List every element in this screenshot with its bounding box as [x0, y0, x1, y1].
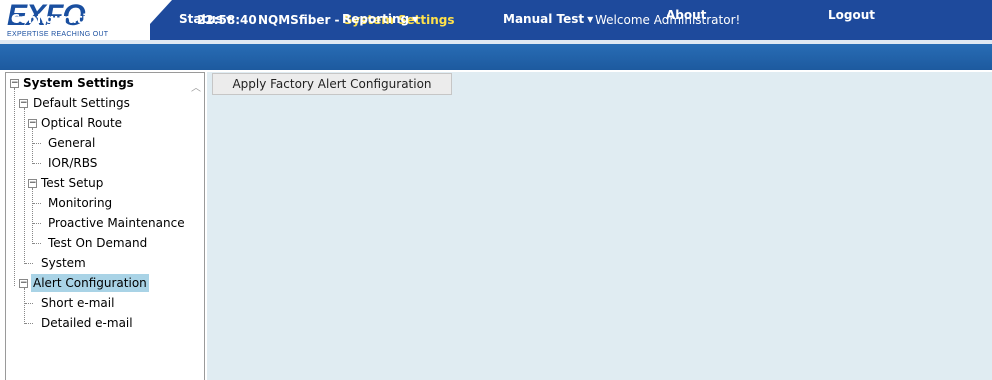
tree-item-optical-route[interactable]: Optical Route [41, 114, 122, 132]
collapse-icon[interactable]: − [19, 99, 28, 108]
nav-status[interactable]: Status ▼ [179, 12, 232, 26]
tree-connector [32, 128, 33, 164]
tree-item-system[interactable]: System [41, 254, 86, 272]
tree-connector [33, 143, 41, 144]
tree-item-general[interactable]: General [48, 134, 95, 152]
tree-item-test-on-demand[interactable]: Test On Demand [48, 234, 147, 252]
tree-item-label: Detailed e-mail [41, 316, 133, 330]
tree-connector [33, 223, 41, 224]
tree-item-monitoring[interactable]: Monitoring [48, 194, 112, 212]
tree-connector [14, 88, 15, 286]
caret-down-icon: ▼ [225, 15, 233, 24]
nav-configuration[interactable]: Configuration ▼ [11, 12, 112, 26]
tree-item-label: Proactive Maintenance [48, 216, 185, 230]
tree-connector [25, 303, 33, 304]
tree-item-detailed-email[interactable]: Detailed e-mail [41, 314, 133, 332]
tree-item-label: IOR/RBS [48, 156, 98, 170]
nav-about[interactable]: About [666, 8, 706, 22]
caret-down-icon: ▼ [412, 15, 419, 24]
tree-item-label: Test On Demand [48, 236, 148, 250]
tree-item-proactive-maintenance[interactable]: Proactive Maintenance [48, 214, 185, 232]
nav-logout[interactable]: Logout [828, 8, 875, 22]
tree-item-ior-rbs[interactable]: IOR/RBS [48, 154, 97, 172]
tree-item-label: Test Setup [41, 176, 104, 190]
collapse-icon[interactable]: − [28, 179, 37, 188]
tree-connector [33, 163, 41, 164]
main-nav [0, 40, 992, 70]
nav-manual-test-label: Manual Test [503, 12, 585, 26]
tree-connector [24, 288, 25, 324]
nav-reporting-label: Reporting [342, 12, 410, 26]
tree-item-default-settings[interactable]: Default Settings [33, 94, 130, 112]
tree-connector [25, 323, 33, 324]
tree-item-system-settings[interactable]: System Settings [23, 74, 134, 92]
caret-down-icon: ▼ [106, 15, 113, 24]
scroll-up-arrow-icon[interactable]: ︿ [190, 83, 202, 95]
tree-item-label: Short e-mail [41, 296, 115, 310]
collapse-icon[interactable]: − [28, 119, 37, 128]
tree-connector [32, 188, 33, 244]
tree-item-label: Default Settings [33, 96, 130, 110]
nav-manual-test[interactable]: Manual Test ▼ [503, 12, 593, 26]
tree-connector [33, 203, 41, 204]
tree-item-label: Alert Configuration [31, 274, 149, 292]
logo-tagline: EXPERTISE REACHING OUT [7, 31, 109, 38]
tree-item-label: Optical Route [41, 116, 123, 130]
nav-status-label: Status [179, 12, 223, 26]
caret-down-icon: ▼ [587, 15, 594, 24]
apply-factory-alert-configuration-button[interactable]: Apply Factory Alert Configuration [212, 73, 452, 95]
collapse-icon[interactable]: − [10, 79, 19, 88]
tree-connector [25, 263, 33, 264]
tree-item-test-setup[interactable]: Test Setup [41, 174, 103, 192]
tree-item-label: Monitoring [48, 196, 113, 210]
tree-item-label: General [48, 136, 96, 150]
tree-item-alert-configuration[interactable]: Alert Configuration [31, 274, 149, 292]
tree-item-label: System [41, 256, 86, 270]
tree-connector [33, 243, 41, 244]
app-name: NQMSfiber [258, 13, 331, 27]
nav-reporting[interactable]: Reporting ▼ [342, 12, 418, 26]
tree-connector [24, 108, 25, 264]
tree-item-label: System Settings [23, 76, 134, 90]
tree-item-short-email[interactable]: Short e-mail [41, 294, 114, 312]
nav-configuration-label: Configuration [11, 12, 104, 26]
collapse-icon[interactable]: − [19, 279, 28, 288]
content-area [207, 72, 992, 380]
